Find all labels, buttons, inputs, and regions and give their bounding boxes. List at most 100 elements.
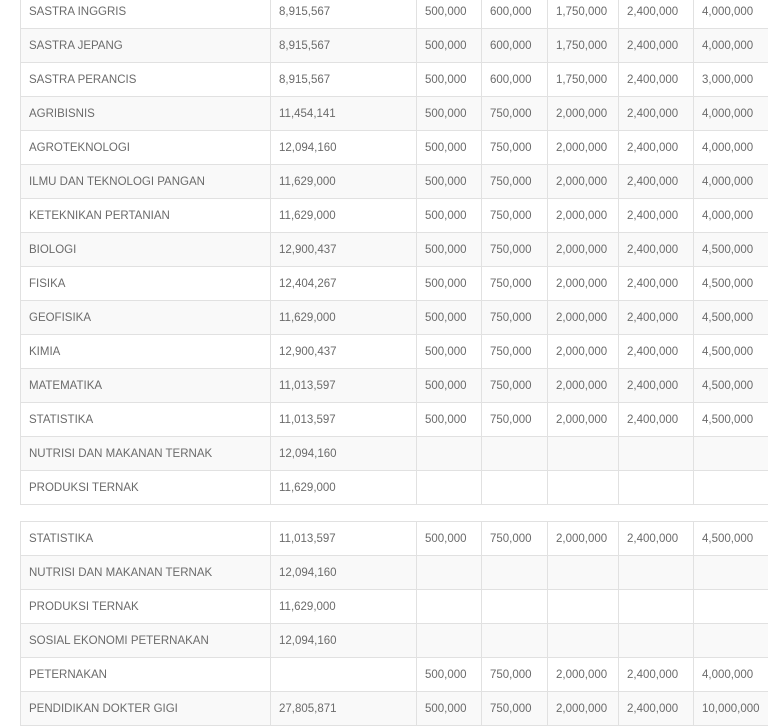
group-5-fee-cell: 4,500,000 (693, 232, 768, 267)
ukt-amount-cell: 11,629,000 (270, 589, 417, 624)
group-2-fee-cell: 600,000 (481, 0, 548, 29)
group-5-fee-cell: 4,500,000 (693, 368, 768, 403)
ukt-amount-cell: 12,094,160 (270, 623, 417, 658)
group-5-fee-cell (693, 555, 768, 590)
group-5-fee-cell (693, 436, 768, 471)
group-1-fee-cell: 500,000 (416, 164, 482, 199)
group-5-fee-cell: 4,000,000 (693, 198, 768, 233)
table-row: STATISTIKA 11,013,597 500,000 750,000 2,000,… (20, 402, 768, 437)
group-4-fee-cell: 2,400,000 (618, 266, 694, 301)
table-row: GEOFISIKA 11,629,000 500,000 750,000 2,000,0… (20, 300, 768, 335)
group-1-fee-cell: 500,000 (416, 368, 482, 403)
ukt-amount-cell: 11,629,000 (270, 300, 417, 335)
group-1-fee-cell (416, 555, 482, 590)
group-5-fee-cell: 4,000,000 (693, 0, 768, 29)
table-row: PETERNAKAN 500,000 750,000 2,000,000 2,400,0… (20, 657, 768, 692)
fee-table-top: SASTRA INGGRIS 8,915,567 500,000 600,000 1,7… (20, 0, 768, 505)
group-3-fee-cell (547, 589, 619, 624)
program-name-cell: AGROTEKNOLOGI (20, 130, 271, 165)
table-body: SASTRA INGGRIS 8,915,567 500,000 600,000 1,7… (20, 0, 768, 505)
group-3-fee-cell: 2,000,000 (547, 164, 619, 199)
group-1-fee-cell (416, 470, 482, 505)
group-2-fee-cell: 750,000 (481, 402, 548, 437)
ukt-amount-cell: 12,900,437 (270, 232, 417, 267)
section-divider (20, 514, 768, 521)
group-5-fee-cell (693, 470, 768, 505)
group-4-fee-cell: 2,400,000 (618, 62, 694, 97)
group-1-fee-cell: 500,000 (416, 334, 482, 369)
program-name-cell: PRODUKSI TERNAK (20, 589, 271, 624)
ukt-amount-cell: 11,629,000 (270, 470, 417, 505)
table-row: SOSIAL EKONOMI PETERNAKAN 12,094,160 (20, 623, 768, 658)
group-1-fee-cell: 500,000 (416, 691, 482, 726)
group-2-fee-cell: 750,000 (481, 657, 548, 692)
group-3-fee-cell: 2,000,000 (547, 657, 619, 692)
group-2-fee-cell: 750,000 (481, 691, 548, 726)
screenshot-canvas: SASTRA INGGRIS 8,915,567 500,000 600,000 1,7… (0, 0, 768, 727)
group-1-fee-cell: 500,000 (416, 62, 482, 97)
group-3-fee-cell: 2,000,000 (547, 334, 619, 369)
group-3-fee-cell: 2,000,000 (547, 300, 619, 335)
ukt-amount-cell: 11,013,597 (270, 368, 417, 403)
ukt-amount-cell: 12,900,437 (270, 334, 417, 369)
group-4-fee-cell: 2,400,000 (618, 198, 694, 233)
program-name-cell: SASTRA JEPANG (20, 28, 271, 63)
group-5-fee-cell: 4,000,000 (693, 130, 768, 165)
group-5-fee-cell: 4,500,000 (693, 266, 768, 301)
group-1-fee-cell: 500,000 (416, 0, 482, 29)
group-2-fee-cell: 750,000 (481, 130, 548, 165)
group-4-fee-cell (618, 623, 694, 658)
ukt-amount-cell: 12,094,160 (270, 555, 417, 590)
program-name-cell: NUTRISI DAN MAKANAN TERNAK (20, 436, 271, 471)
group-3-fee-cell: 2,000,000 (547, 232, 619, 267)
ukt-amount-cell: 8,915,567 (270, 62, 417, 97)
ukt-amount-cell: 12,094,160 (270, 130, 417, 165)
group-2-fee-cell (481, 436, 548, 471)
group-5-fee-cell: 3,000,000 (693, 62, 768, 97)
table-row: KETEKNIKAN PERTANIAN 11,629,000 500,000 750… (20, 198, 768, 233)
program-name-cell: PRODUKSI TERNAK (20, 470, 271, 505)
group-3-fee-cell: 2,000,000 (547, 368, 619, 403)
program-name-cell: MATEMATIKA (20, 368, 271, 403)
group-5-fee-cell: 4,000,000 (693, 28, 768, 63)
group-4-fee-cell: 2,400,000 (618, 402, 694, 437)
group-2-fee-cell: 750,000 (481, 232, 548, 267)
group-3-fee-cell: 2,000,000 (547, 521, 619, 556)
program-name-cell: ILMU DAN TEKNOLOGI PANGAN (20, 164, 271, 199)
group-4-fee-cell: 2,400,000 (618, 657, 694, 692)
group-2-fee-cell: 750,000 (481, 266, 548, 301)
program-name-cell: SASTRA PERANCIS (20, 62, 271, 97)
group-2-fee-cell: 750,000 (481, 198, 548, 233)
group-3-fee-cell (547, 436, 619, 471)
ukt-amount-cell: 8,915,567 (270, 0, 417, 29)
group-3-fee-cell: 1,750,000 (547, 0, 619, 29)
group-2-fee-cell: 750,000 (481, 96, 548, 131)
group-1-fee-cell (416, 589, 482, 624)
group-1-fee-cell: 500,000 (416, 266, 482, 301)
program-name-cell: FISIKA (20, 266, 271, 301)
table-row: NUTRISI DAN MAKANAN TERNAK 12,094,160 (20, 436, 768, 471)
group-4-fee-cell: 2,400,000 (618, 130, 694, 165)
table-body: STATISTIKA 11,013,597 500,000 750,000 2,000,… (20, 521, 768, 726)
group-5-fee-cell: 4,500,000 (693, 300, 768, 335)
group-2-fee-cell (481, 589, 548, 624)
group-2-fee-cell (481, 470, 548, 505)
group-2-fee-cell (481, 623, 548, 658)
table-row: KIMIA 12,900,437 500,000 750,000 2,000,000 2,… (20, 334, 768, 369)
program-name-cell: KIMIA (20, 334, 271, 369)
group-4-fee-cell: 2,400,000 (618, 300, 694, 335)
group-3-fee-cell: 2,000,000 (547, 691, 619, 726)
group-5-fee-cell (693, 623, 768, 658)
group-1-fee-cell (416, 436, 482, 471)
group-1-fee-cell: 500,000 (416, 300, 482, 335)
group-2-fee-cell (481, 555, 548, 590)
program-name-cell: GEOFISIKA (20, 300, 271, 335)
group-3-fee-cell: 1,750,000 (547, 62, 619, 97)
group-1-fee-cell: 500,000 (416, 657, 482, 692)
program-name-cell: AGRIBISNIS (20, 96, 271, 131)
group-4-fee-cell: 2,400,000 (618, 0, 694, 29)
group-4-fee-cell: 2,400,000 (618, 691, 694, 726)
group-5-fee-cell (693, 589, 768, 624)
group-4-fee-cell: 2,400,000 (618, 164, 694, 199)
group-3-fee-cell (547, 555, 619, 590)
